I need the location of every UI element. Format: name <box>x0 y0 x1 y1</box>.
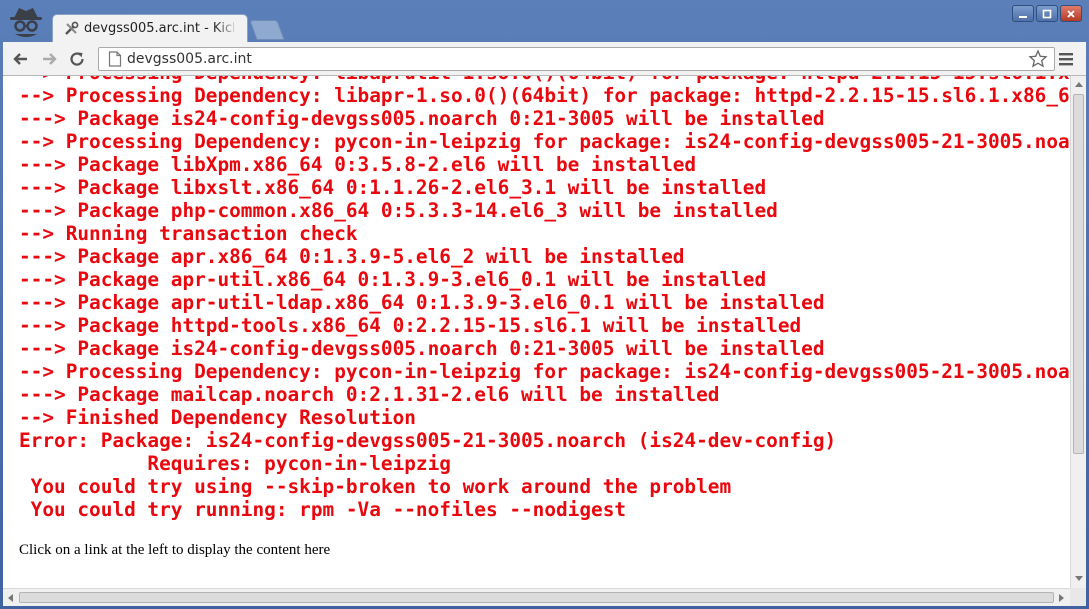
new-tab-button[interactable] <box>249 20 285 40</box>
maximize-icon <box>1042 9 1052 18</box>
console-line: ---> Package is24-config-devgss005.noarc… <box>19 337 825 360</box>
console-line: You could try running: rpm -Va --nofiles… <box>19 498 627 521</box>
content-placeholder-text: Click on a link at the left to display t… <box>19 542 331 558</box>
scroll-up-icon[interactable] <box>1075 82 1083 87</box>
console-line: Error: Package: is24-config-devgss005-21… <box>19 429 837 452</box>
back-arrow-icon <box>13 53 27 65</box>
scroll-right-icon[interactable] <box>1059 594 1064 602</box>
close-icon <box>1067 9 1075 18</box>
console-line: --> Processing Dependency: pycon-in-leip… <box>19 360 1070 383</box>
maximize-button[interactable] <box>1036 5 1058 22</box>
title-bar: devgss005.arc.int - Kicksta <box>0 0 1089 42</box>
console-line: ---> Package libXpm.x86_64 0:3.5.8-2.el6… <box>19 153 697 176</box>
console-line: You could try using --skip-broken to wor… <box>19 475 732 498</box>
star-icon[interactable] <box>1028 49 1048 69</box>
console-line: --> Processing Dependency: libaprutil-1.… <box>19 76 1070 84</box>
address-bar[interactable]: devgss005.arc.int <box>98 47 1055 71</box>
console-line: ---> Package apr-util.x86_64 0:1.3.9-3.e… <box>19 268 767 291</box>
console-line: --> Processing Dependency: pycon-in-leip… <box>19 130 1070 153</box>
minimize-button[interactable] <box>1012 5 1034 22</box>
scrollbar-corner <box>1070 588 1086 606</box>
console-line: ---> Package mailcap.noarch 0:2.1.31-2.e… <box>19 383 720 406</box>
horizontal-scroll-thumb[interactable] <box>19 592 1054 603</box>
browser-toolbar: devgss005.arc.int <box>3 42 1086 76</box>
page-icon <box>108 51 122 67</box>
scroll-left-icon[interactable] <box>8 594 13 602</box>
console-line: --> Running transaction check <box>19 222 358 245</box>
console-line: Requires: pycon-in-leipzig <box>19 452 451 475</box>
url-text: devgss005.arc.int <box>127 51 252 67</box>
tab-title: devgss005.arc.int - Kicksta <box>84 21 234 36</box>
console-line: ---> Package libxslt.x86_64 0:1.1.26-2.e… <box>19 176 767 199</box>
console-line: --> Finished Dependency Resolution <box>19 406 416 429</box>
page-content: --> Processing Dependency: libaprutil-1.… <box>3 76 1070 588</box>
incognito-icon <box>6 4 46 40</box>
console-line: ---> Package php-common.x86_64 0:5.3.3-1… <box>19 199 778 222</box>
reload-icon <box>70 52 84 66</box>
reload-button[interactable] <box>67 49 87 69</box>
close-button[interactable] <box>1060 5 1082 22</box>
browser-tab[interactable]: devgss005.arc.int - Kicksta <box>52 14 248 42</box>
scroll-down-icon[interactable] <box>1075 576 1083 581</box>
minimize-icon <box>1019 15 1027 18</box>
tab-title-fade <box>213 19 241 39</box>
horizontal-scrollbar[interactable] <box>3 588 1070 606</box>
vertical-scroll-thumb[interactable] <box>1073 94 1084 454</box>
menu-icon[interactable] <box>1057 50 1075 68</box>
console-line: ---> Package is24-config-devgss005.noarc… <box>19 107 825 130</box>
vertical-scrollbar[interactable] <box>1070 76 1086 588</box>
console-line: ---> Package apr.x86_64 0:1.3.9-5.el6_2 … <box>19 245 685 268</box>
console-line: ---> Package httpd-tools.x86_64 0:2.2.15… <box>19 314 802 337</box>
tools-icon <box>63 21 79 37</box>
browser-window: devgss005.arc.int - Kicksta <box>0 0 1089 609</box>
forward-arrow-icon <box>43 53 57 65</box>
console-line: --> Processing Dependency: libapr-1.so.0… <box>19 84 1070 107</box>
console-output: --> Processing Dependency: libaprutil-1.… <box>19 76 1070 521</box>
back-button[interactable] <box>11 49 31 69</box>
forward-button[interactable] <box>39 49 59 69</box>
console-line: ---> Package apr-util-ldap.x86_64 0:1.3.… <box>19 291 825 314</box>
